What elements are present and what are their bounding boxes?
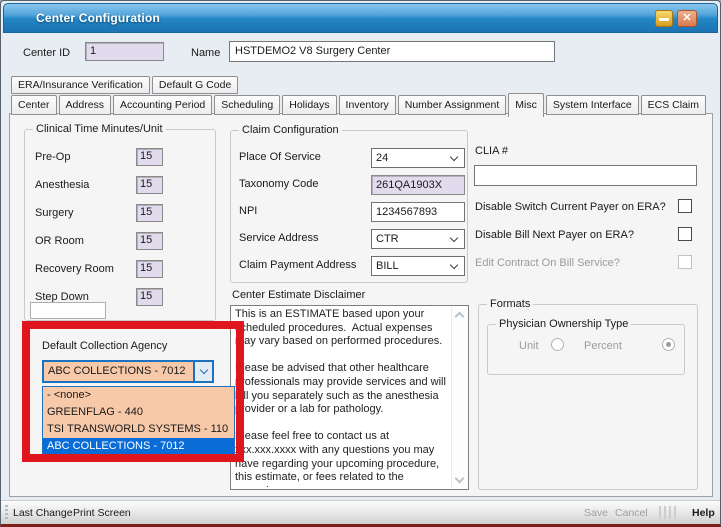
step-down-field[interactable]: 15 xyxy=(136,288,163,306)
clia-label: CLIA # xyxy=(475,145,508,157)
surgery-field[interactable]: 15 xyxy=(136,204,163,222)
disable-bill-next-payer-checkbox[interactable] xyxy=(678,227,692,241)
percent-radio xyxy=(662,338,675,351)
tab-center[interactable]: Center xyxy=(11,95,57,115)
tab-default-g-code[interactable]: Default G Code xyxy=(152,76,238,94)
tab-address[interactable]: Address xyxy=(59,95,112,115)
disable-bill-next-payer-label: Disable Bill Next Payer on ERA? xyxy=(475,229,634,241)
pre-op-label: Pre-Op xyxy=(35,151,70,163)
name-label: Name xyxy=(191,47,220,59)
place-of-service-label: Place Of Service xyxy=(239,151,321,163)
tab-accounting-period[interactable]: Accounting Period xyxy=(113,95,212,115)
tab-number-assignment[interactable]: Number Assignment xyxy=(398,95,507,115)
percent-radio-label: Percent xyxy=(584,340,622,352)
taxonomy-code-label: Taxonomy Code xyxy=(239,178,319,190)
physician-ownership-type-group: Physician Ownership Type Unit Percent xyxy=(487,324,685,375)
clinical-time-group-title: Clinical Time Minutes/Unit xyxy=(33,123,166,135)
tab-system-interface[interactable]: System Interface xyxy=(546,95,639,115)
surgery-label: Surgery xyxy=(35,207,74,219)
anesthesia-label: Anesthesia xyxy=(35,179,89,191)
tab-misc[interactable]: Misc xyxy=(508,93,544,117)
taxonomy-code-field[interactable]: 261QA1903X xyxy=(371,175,465,195)
print-screen-button[interactable]: Print Screen xyxy=(73,507,131,519)
service-address-label: Service Address xyxy=(239,232,318,244)
help-button[interactable]: Help xyxy=(692,507,715,519)
recovery-room-label: Recovery Room xyxy=(35,263,114,275)
tab-ecs-claim[interactable]: ECS Claim xyxy=(641,95,706,115)
edit-contract-on-bill-checkbox xyxy=(678,255,692,269)
scroll-down-icon[interactable] xyxy=(455,474,465,484)
unit-radio xyxy=(551,338,564,351)
disclaimer-scrollbar[interactable] xyxy=(451,307,467,488)
unit-radio-label: Unit xyxy=(519,340,539,352)
disclaimer-text: This is an ESTIMATE based upon your sche… xyxy=(235,308,448,487)
or-room-field[interactable]: 15 xyxy=(136,232,163,250)
minimize-icon xyxy=(659,18,669,21)
or-room-label: OR Room xyxy=(35,235,84,247)
tab-inventory[interactable]: Inventory xyxy=(339,95,396,115)
claim-payment-address-combobox[interactable]: BILL xyxy=(371,256,465,276)
name-field[interactable]: HSTDEMO2 V8 Surgery Center xyxy=(229,41,555,62)
claim-configuration-title: Claim Configuration xyxy=(239,124,342,136)
tab-scheduling[interactable]: Scheduling xyxy=(214,95,280,115)
center-id-field[interactable]: 1 xyxy=(85,42,164,61)
anesthesia-field[interactable]: 15 xyxy=(136,176,163,194)
formats-group: Formats Physician Ownership Type Unit Pe… xyxy=(478,304,698,490)
toolbar-separator xyxy=(659,506,676,519)
edit-contract-on-bill-label: Edit Contract On Bill Service? xyxy=(475,257,620,269)
misc-tab-page: Clinical Time Minutes/Unit Pre-Op 15 Ane… xyxy=(9,113,713,497)
empty-field[interactable] xyxy=(30,302,106,319)
disable-switch-current-payer-checkbox[interactable] xyxy=(678,199,692,213)
npi-label: NPI xyxy=(239,205,257,217)
bottom-toolbar: Last Change Print Screen Save Cancel Hel… xyxy=(1,500,720,525)
center-configuration-window: Center Configuration ✕ Center ID 1 Name … xyxy=(0,0,721,527)
clinical-time-group: Clinical Time Minutes/Unit Pre-Op 15 Ane… xyxy=(24,129,216,321)
scroll-up-icon[interactable] xyxy=(455,312,465,322)
pre-op-field[interactable]: 15 xyxy=(136,148,163,166)
disclaimer-label: Center Estimate Disclaimer xyxy=(232,289,365,301)
npi-field[interactable]: 1234567893 xyxy=(371,202,465,222)
toolbar-grip[interactable] xyxy=(5,505,8,521)
clia-field[interactable] xyxy=(474,165,697,186)
center-id-label: Center ID xyxy=(23,47,70,59)
title-bar[interactable]: Center Configuration ✕ xyxy=(3,3,718,33)
disable-switch-current-payer-label: Disable Switch Current Payer on ERA? xyxy=(475,201,666,213)
minimize-button[interactable] xyxy=(655,10,673,27)
service-address-combobox[interactable]: CTR xyxy=(371,229,465,249)
place-of-service-combobox[interactable]: 24 xyxy=(371,148,465,168)
physician-ownership-type-title: Physician Ownership Type xyxy=(496,318,631,330)
tab-era-insurance-verification[interactable]: ERA/Insurance Verification xyxy=(11,76,150,94)
save-button: Save xyxy=(584,507,608,519)
disclaimer-textarea[interactable]: This is an ESTIMATE based upon your sche… xyxy=(230,305,469,490)
claim-configuration-group: Claim Configuration Place Of Service 24 … xyxy=(230,130,468,283)
formats-group-title: Formats xyxy=(487,298,533,310)
claim-payment-address-label: Claim Payment Address xyxy=(239,259,356,271)
close-button[interactable]: ✕ xyxy=(677,10,697,27)
cancel-button: Cancel xyxy=(615,507,648,519)
tab-holidays[interactable]: Holidays xyxy=(282,95,336,115)
recovery-room-field[interactable]: 15 xyxy=(136,260,163,278)
last-change-button[interactable]: Last Change xyxy=(13,507,73,519)
red-highlight-rectangle xyxy=(22,321,244,462)
window-title: Center Configuration xyxy=(36,11,160,25)
